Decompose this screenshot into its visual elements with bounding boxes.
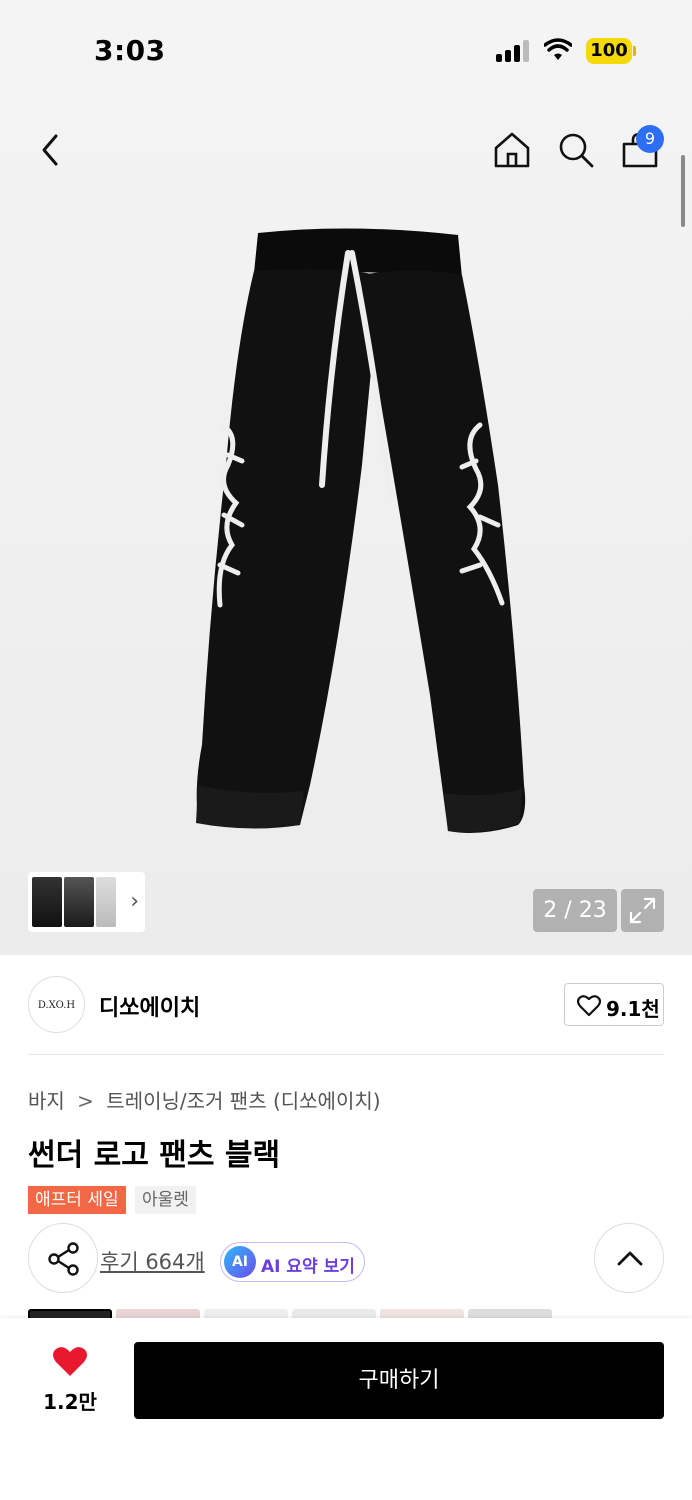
expand-button[interactable] bbox=[621, 889, 664, 932]
share-icon bbox=[48, 1242, 79, 1276]
heart-filled-icon bbox=[53, 1347, 87, 1376]
home-icon bbox=[494, 132, 530, 168]
ai-badge-icon: AI bbox=[224, 1246, 256, 1278]
divider bbox=[28, 1054, 664, 1055]
back-icon bbox=[42, 134, 58, 166]
scrollbar[interactable] bbox=[681, 155, 685, 227]
back-button[interactable] bbox=[34, 130, 70, 170]
ai-summary-label: AI 요약 보기 bbox=[261, 1257, 355, 1277]
breadcrumb-separator: > bbox=[77, 1089, 94, 1113]
search-icon bbox=[559, 133, 594, 168]
product-title: 썬더 로고 팬츠 블랙 bbox=[28, 1138, 281, 1173]
wishlist-button[interactable]: 1.2만 bbox=[36, 1346, 104, 1416]
wishlist-count: 1.2만 bbox=[43, 1390, 97, 1414]
home-button[interactable] bbox=[492, 130, 532, 170]
wifi-icon bbox=[544, 38, 572, 60]
brand-like-count: 9.1천 bbox=[606, 997, 660, 1021]
product-detail-screen: 3:03 100 9 › 2 / 23 D.XO.H 디쏘에이치 9.1천 바지… bbox=[0, 0, 692, 1500]
product-image[interactable] bbox=[180, 225, 530, 840]
breadcrumb-subcategory[interactable]: 트레이닝/조거 팬츠 (디쏘에이치) bbox=[106, 1089, 380, 1113]
expand-icon bbox=[629, 897, 656, 924]
gallery-page-counter: 2 / 23 bbox=[533, 889, 617, 932]
chevron-up-icon bbox=[617, 1251, 643, 1266]
outlet-tag: 아울렛 bbox=[135, 1186, 196, 1214]
thumbnail-2[interactable] bbox=[64, 877, 94, 927]
brand-name[interactable]: 디쏘에이치 bbox=[99, 990, 200, 1022]
cart-count-badge: 9 bbox=[636, 125, 664, 153]
chevron-right-icon: › bbox=[130, 889, 139, 914]
bottom-action-bar: 1.2만 구매하기 bbox=[0, 1318, 692, 1500]
search-button[interactable] bbox=[556, 130, 596, 170]
signal-icon bbox=[496, 40, 532, 62]
status-time: 3:03 bbox=[94, 34, 166, 67]
battery-tip bbox=[633, 46, 636, 56]
share-button[interactable] bbox=[28, 1223, 98, 1293]
brand-logo[interactable]: D.XO.H bbox=[28, 976, 85, 1033]
brand-like-button[interactable]: 9.1천 bbox=[564, 983, 664, 1026]
buy-button[interactable]: 구매하기 bbox=[134, 1342, 664, 1419]
thumbnail-1[interactable] bbox=[32, 877, 62, 927]
battery-indicator: 100 bbox=[586, 38, 632, 64]
reviews-link[interactable]: 후기 664개 bbox=[100, 1246, 205, 1276]
breadcrumb: 바지 > 트레이닝/조거 팬츠 (디쏘에이치) bbox=[28, 1085, 381, 1114]
sale-tag: 애프터 세일 bbox=[28, 1186, 126, 1214]
ai-summary-button[interactable]: AI AI 요약 보기 bbox=[220, 1242, 365, 1282]
breadcrumb-category[interactable]: 바지 bbox=[28, 1089, 65, 1113]
gallery-thumbnails[interactable]: › bbox=[28, 872, 145, 932]
brand-row[interactable]: D.XO.H 디쏘에이치 9.1천 bbox=[28, 976, 664, 1034]
thumbnail-3[interactable] bbox=[96, 877, 116, 927]
heart-outline-icon bbox=[577, 995, 601, 1017]
product-gallery[interactable]: 3:03 100 9 › 2 / 23 bbox=[0, 0, 692, 955]
status-bar: 3:03 100 bbox=[0, 0, 692, 100]
scroll-top-button[interactable] bbox=[594, 1223, 664, 1293]
